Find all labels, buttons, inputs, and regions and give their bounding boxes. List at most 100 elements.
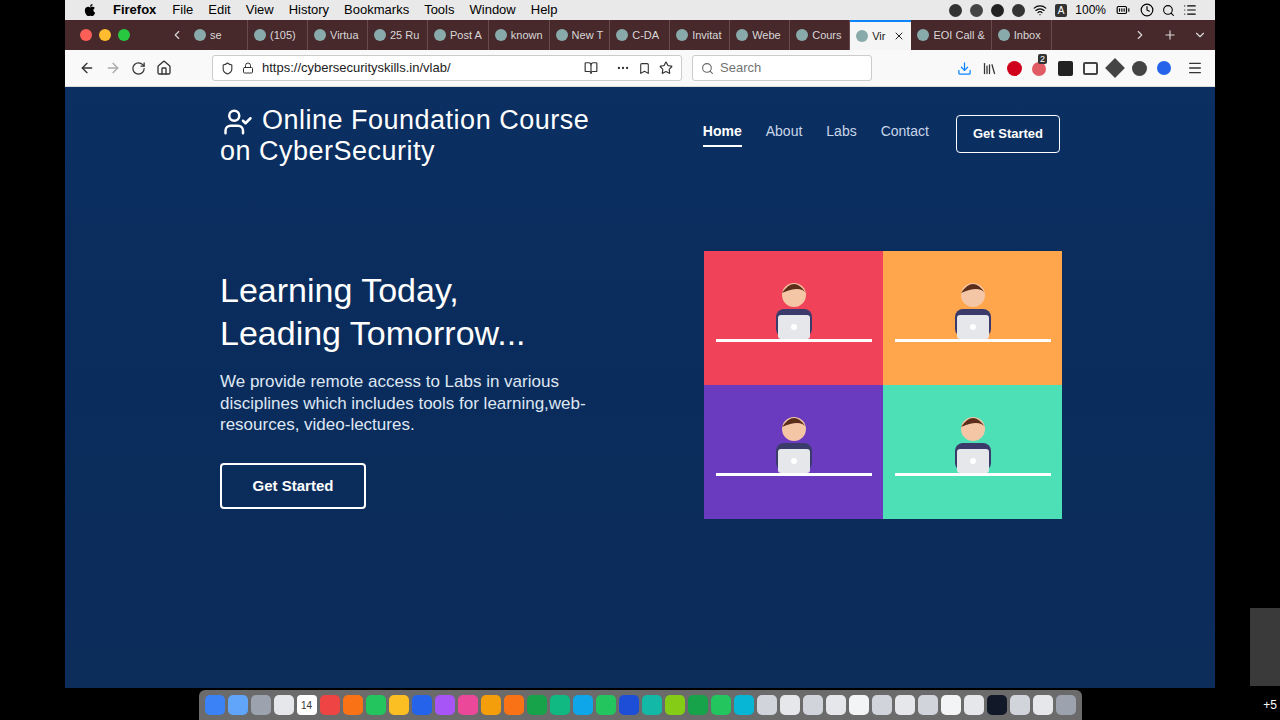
menu-item[interactable]: History	[289, 0, 329, 20]
nav-link[interactable]: Contact	[881, 121, 929, 147]
tab[interactable]: Virtua	[308, 20, 368, 50]
wifi-icon[interactable]	[1033, 3, 1047, 17]
status-dot-icon[interactable]	[949, 4, 962, 17]
menu-item[interactable]: Help	[531, 0, 558, 20]
battery-icon[interactable]	[1114, 3, 1132, 17]
scroll-tabs-right-icon[interactable]	[1133, 28, 1147, 42]
app-dock-icon[interactable]	[458, 695, 478, 715]
app-dock-icon[interactable]	[550, 695, 570, 715]
back-icon[interactable]	[79, 60, 95, 76]
address-bar[interactable]: https://cybersecurityskills.in/vlab/	[212, 55, 682, 81]
scroll-tabs-left-icon[interactable]	[170, 28, 184, 42]
adblock-icon[interactable]	[1007, 61, 1022, 76]
app-dock-icon[interactable]	[803, 695, 823, 715]
app-dock-icon[interactable]	[228, 695, 248, 715]
reload-icon[interactable]	[131, 61, 146, 76]
tab[interactable]: Cours	[790, 20, 850, 50]
tab[interactable]: se	[188, 20, 248, 50]
tab[interactable]: known	[489, 20, 550, 50]
app-dock-icon[interactable]	[757, 695, 777, 715]
calendar-dock-icon[interactable]: 14	[297, 695, 317, 715]
app-dock-icon[interactable]	[895, 695, 915, 715]
tab[interactable]: Webe	[730, 20, 790, 50]
nav-link[interactable]: Labs	[826, 121, 856, 147]
control-center-icon[interactable]	[1183, 3, 1197, 17]
bookmark-star-icon[interactable]	[659, 61, 673, 75]
nav-link[interactable]: Home	[703, 121, 742, 147]
minimize-window-icon[interactable]	[99, 29, 111, 41]
menu-item[interactable]: Tools	[424, 0, 454, 20]
site-logo[interactable]: Online Foundation Courseon CyberSecurity	[220, 105, 589, 167]
app-menu[interactable]: Firefox	[113, 0, 156, 20]
close-tab-icon[interactable]	[893, 30, 905, 42]
library-icon[interactable]	[982, 61, 997, 76]
app-dock-icon[interactable]	[481, 695, 501, 715]
app-dock-icon[interactable]	[688, 695, 708, 715]
status-dot-icon[interactable]	[1012, 4, 1025, 17]
app-dock-icon[interactable]	[826, 695, 846, 715]
extension-icon[interactable]	[1157, 61, 1171, 75]
page-actions-icon[interactable]	[616, 61, 630, 75]
extension-icon[interactable]	[1105, 58, 1125, 78]
app-dock-icon[interactable]	[619, 695, 639, 715]
app-dock-icon[interactable]	[251, 695, 271, 715]
menu-item[interactable]: View	[246, 0, 274, 20]
app-dock-icon[interactable]	[918, 695, 938, 715]
tab[interactable]: C-DA	[610, 20, 670, 50]
tab[interactable]: Inbox	[992, 20, 1052, 50]
app-dock-icon[interactable]	[343, 695, 363, 715]
menu-item[interactable]: Bookmarks	[344, 0, 409, 20]
list-tabs-icon[interactable]	[1193, 28, 1207, 42]
app-dock-icon[interactable]	[435, 695, 455, 715]
menu-item[interactable]: Edit	[208, 0, 230, 20]
menu-item[interactable]: Window	[470, 0, 516, 20]
spotlight-icon[interactable]	[1162, 4, 1175, 17]
nav-link[interactable]: About	[766, 121, 803, 147]
app-dock-icon[interactable]	[366, 695, 386, 715]
new-tab-icon[interactable]	[1163, 28, 1177, 42]
app-dock-icon[interactable]	[320, 695, 340, 715]
app-dock-icon[interactable]	[872, 695, 892, 715]
zoom-window-icon[interactable]	[118, 29, 130, 41]
app-dock-icon[interactable]	[711, 695, 731, 715]
app-dock-icon[interactable]	[274, 695, 294, 715]
account-icon[interactable]	[1132, 61, 1147, 76]
notion-icon[interactable]	[1058, 61, 1073, 76]
header-get-started-button[interactable]: Get Started	[956, 115, 1060, 153]
app-dock-icon[interactable]	[665, 695, 685, 715]
app-dock-icon[interactable]	[987, 695, 1007, 715]
app-dock-icon[interactable]	[389, 695, 409, 715]
app-dock-icon[interactable]	[504, 695, 524, 715]
close-window-icon[interactable]	[80, 29, 92, 41]
tab[interactable]: (105)	[248, 20, 308, 50]
extension-button[interactable]: 2	[1032, 60, 1048, 76]
search-field[interactable]: Search	[692, 55, 872, 81]
status-dot-icon[interactable]	[970, 4, 983, 17]
app-dock-icon[interactable]	[1033, 695, 1053, 715]
hero-get-started-button[interactable]: Get Started	[220, 463, 366, 510]
tab[interactable]: EOI Call &	[911, 20, 991, 50]
clock-icon[interactable]	[1140, 3, 1154, 17]
app-dock-icon[interactable]	[964, 695, 984, 715]
tab[interactable]: 25 Ru	[368, 20, 428, 50]
apple-icon[interactable]	[83, 3, 97, 17]
app-dock-icon[interactable]	[941, 695, 961, 715]
input-source[interactable]: A	[1055, 4, 1068, 17]
pocket-icon[interactable]	[638, 62, 651, 75]
status-dot-icon[interactable]	[991, 4, 1004, 17]
reader-view-icon[interactable]	[584, 61, 598, 75]
app-dock-icon[interactable]	[205, 695, 225, 715]
sidebar-icon[interactable]	[1083, 62, 1098, 75]
menu-icon[interactable]	[1187, 60, 1203, 76]
app-dock-icon[interactable]	[1010, 695, 1030, 715]
forward-icon[interactable]	[105, 60, 121, 76]
tracking-shield-icon[interactable]	[221, 62, 234, 75]
tab[interactable]: New T	[550, 20, 611, 50]
tab[interactable]: Invitat	[670, 20, 730, 50]
app-dock-icon[interactable]	[780, 695, 800, 715]
app-dock-icon[interactable]	[734, 695, 754, 715]
app-dock-icon[interactable]	[596, 695, 616, 715]
app-dock-icon[interactable]	[642, 695, 662, 715]
app-dock-icon[interactable]	[849, 695, 869, 715]
overflow-count[interactable]: +5	[1263, 686, 1280, 720]
